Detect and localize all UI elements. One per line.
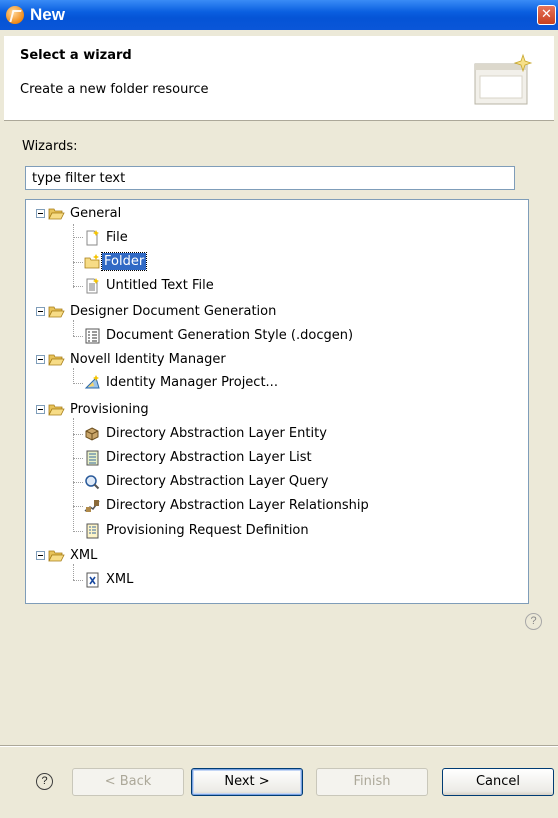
- tree-item-identity-manager-project[interactable]: Identity Manager Project...: [26, 372, 528, 394]
- tree-item-label: Provisioning Request Definition: [106, 523, 309, 538]
- new-wizard-dialog: New ✕ Select a wizard Create a new folde…: [0, 0, 558, 818]
- tree-category-xml[interactable]: XML: [26, 545, 528, 567]
- tree-item-untitled-text-file[interactable]: Untitled Text File: [26, 275, 528, 297]
- tree-item-label: File: [106, 230, 128, 245]
- tree-item-dal-entity[interactable]: Directory Abstraction Layer Entity: [26, 423, 528, 445]
- tree-item-label: Directory Abstraction Layer Entity: [106, 426, 327, 441]
- tree-item-label: Untitled Text File: [106, 278, 214, 293]
- cancel-button[interactable]: Cancel: [442, 768, 554, 796]
- next-button[interactable]: Next >: [191, 768, 303, 796]
- tree-item-label: Designer Document Generation: [70, 304, 277, 319]
- collapse-toggle-icon[interactable]: [36, 209, 45, 218]
- eclipse-new-icon: [6, 6, 24, 24]
- tree-category-novell-identity-manager[interactable]: Novell Identity Manager: [26, 349, 528, 371]
- tree-category-designer-document-generation[interactable]: Designer Document Generation: [26, 301, 528, 323]
- docgen-icon: [85, 328, 100, 344]
- tree-item-label: Novell Identity Manager: [70, 352, 226, 367]
- folder-open-icon: [48, 354, 65, 366]
- collapse-toggle-icon[interactable]: [36, 355, 45, 364]
- tree-item-provisioning-request-definition[interactable]: Provisioning Request Definition: [26, 520, 528, 542]
- relationship-icon: [84, 500, 100, 512]
- file-icon: [86, 230, 99, 246]
- tree-item-label: General: [70, 206, 122, 221]
- folder-open-icon: [48, 306, 65, 318]
- idm-project-icon: [84, 375, 100, 389]
- new-wizard-banner-icon: [474, 53, 533, 105]
- help-icon[interactable]: ?: [36, 773, 53, 790]
- filter-input[interactable]: [25, 166, 515, 190]
- wizards-label: Wizards:: [22, 139, 78, 154]
- xml-file-icon: [86, 572, 99, 588]
- contextual-help-icon[interactable]: ?: [525, 613, 542, 630]
- button-bar-separator: [0, 745, 558, 747]
- query-icon: [85, 475, 100, 490]
- collapse-toggle-icon[interactable]: [36, 551, 45, 560]
- window-title: New: [30, 5, 65, 24]
- header-title: Select a wizard: [20, 48, 132, 63]
- tree-category-general[interactable]: General: [26, 203, 528, 225]
- tree-item-document-generation-style[interactable]: Document Generation Style (.docgen): [26, 325, 528, 347]
- tree-item-label: Directory Abstraction Layer List: [106, 450, 312, 465]
- tree-item-label: Document Generation Style (.docgen): [106, 328, 354, 343]
- tree-item-label: Folder: [100, 252, 148, 271]
- tree-item-label: XML: [70, 548, 98, 563]
- folder-open-icon: [48, 208, 65, 220]
- folder-open-icon: [48, 404, 65, 416]
- text-file-icon: [86, 278, 99, 294]
- back-button[interactable]: < Back: [72, 768, 184, 796]
- folder-icon: [84, 254, 100, 269]
- header-description: Create a new folder resource: [20, 82, 209, 97]
- list-icon: [86, 450, 99, 466]
- wizard-tree[interactable]: General File Folder Untitled Text File D…: [25, 199, 529, 604]
- tree-item-xml[interactable]: XML: [26, 569, 528, 591]
- tree-item-label: Directory Abstraction Layer Query: [106, 474, 329, 489]
- tree-item-label: XML: [106, 572, 134, 587]
- title-bar[interactable]: New ✕: [0, 0, 558, 30]
- close-button[interactable]: ✕: [537, 5, 556, 25]
- collapse-toggle-icon[interactable]: [36, 307, 45, 316]
- tree-item-folder[interactable]: Folder: [26, 251, 528, 273]
- tree-category-provisioning[interactable]: Provisioning: [26, 399, 528, 421]
- tree-item-label: Provisioning: [70, 402, 149, 417]
- tree-item-label: Directory Abstraction Layer Relationship: [106, 498, 369, 513]
- folder-open-icon: [48, 550, 65, 562]
- tree-item-dal-query[interactable]: Directory Abstraction Layer Query: [26, 471, 528, 493]
- tree-item-label: Identity Manager Project...: [106, 375, 278, 390]
- entity-icon: [85, 427, 99, 441]
- wizard-header: Select a wizard Create a new folder reso…: [4, 36, 554, 121]
- collapse-toggle-icon[interactable]: [36, 405, 45, 414]
- finish-button[interactable]: Finish: [316, 768, 428, 796]
- tree-item-dal-relationship[interactable]: Directory Abstraction Layer Relationship: [26, 495, 528, 517]
- request-definition-icon: [86, 523, 99, 539]
- tree-item-file[interactable]: File: [26, 227, 528, 249]
- tree-item-dal-list[interactable]: Directory Abstraction Layer List: [26, 447, 528, 469]
